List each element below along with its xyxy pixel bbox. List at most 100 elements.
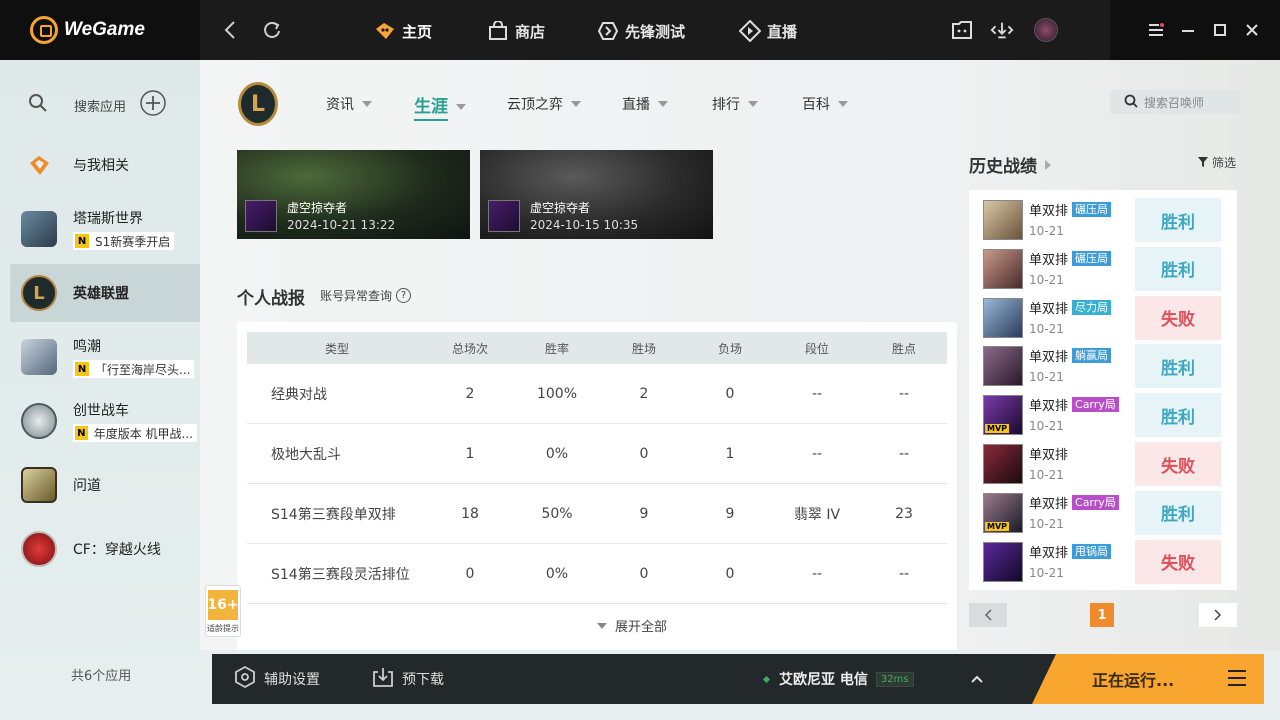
champion-icon: [983, 248, 1023, 289]
match-result: 胜利: [1135, 344, 1221, 389]
page-number[interactable]: 1: [1090, 603, 1114, 627]
search-icon: [28, 93, 48, 117]
menu-icon[interactable]: [1146, 20, 1166, 40]
prev-page-button[interactable]: [969, 603, 1007, 627]
video-card[interactable]: 虚空掠夺者 2024-10-15 10:35: [480, 150, 713, 239]
maximize-icon[interactable]: [1210, 20, 1230, 40]
refresh-icon[interactable]: [260, 18, 284, 42]
assist-settings-button[interactable]: 辅助设置: [234, 654, 320, 704]
tab-wiki[interactable]: 百科: [802, 94, 848, 114]
match-tag: Carry局: [1072, 494, 1119, 510]
running-status-button[interactable]: 正在运行...: [1032, 654, 1264, 704]
sidebar-item-news-text: S1新赛季开启: [95, 234, 171, 249]
download-icon[interactable]: [990, 18, 1014, 42]
table-cell: 0%: [545, 445, 569, 462]
sidebar-item-crossout[interactable]: 创世战车 N 年度版本 机甲战...: [10, 392, 200, 450]
sidebar-item-tarisland[interactable]: 塔瑞斯世界 N S1新赛季开启: [10, 200, 200, 258]
bottom-bar: 辅助设置 预下载 艾欧尼亚 电信 32ms 正在运行...: [212, 654, 1264, 704]
add-app-icon[interactable]: [140, 90, 166, 120]
tab-live[interactable]: 直播: [622, 94, 668, 114]
app-search[interactable]: 搜索应用: [28, 90, 198, 117]
minimize-icon[interactable]: [1178, 20, 1198, 40]
wegame-logo[interactable]: WeGame: [30, 14, 145, 46]
crossfire-game-icon: [21, 531, 57, 567]
server-selector[interactable]: 艾欧尼亚 电信 32ms: [762, 654, 914, 704]
table-row: 经典对战 2 100% 2 0 -- --: [247, 364, 947, 424]
close-icon[interactable]: [1242, 20, 1262, 40]
nav-shop[interactable]: 商店: [487, 18, 545, 44]
assist-settings-label: 辅助设置: [264, 672, 320, 688]
champion-icon: [983, 297, 1023, 338]
history-match-row[interactable]: 单双排 碾压局 10-21 胜利: [983, 198, 1221, 242]
champion-icon: MVP: [983, 492, 1023, 533]
sidebar-item-news[interactable]: N 「行至海岸尽头...: [73, 360, 195, 378]
tab-label: 生涯: [414, 92, 448, 121]
chevron-down-icon: [571, 101, 581, 107]
table-cell: 18: [461, 505, 479, 522]
tab-tft[interactable]: 云顶之弈: [507, 94, 581, 114]
history-match-row[interactable]: 单双排 碾压局 10-21 胜利: [983, 246, 1221, 291]
sidebar-item-lol[interactable]: L 英雄联盟: [10, 264, 200, 322]
table-cell: 1: [465, 445, 475, 462]
history-match-row[interactable]: 单双排 躺赢局 10-21 胜利: [983, 344, 1221, 389]
next-page-button[interactable]: [1199, 603, 1237, 627]
nav-vanguard[interactable]: 先锋测试: [597, 18, 685, 44]
live-icon: [739, 20, 761, 42]
chevron-down-icon: [838, 101, 848, 107]
expand-all-button[interactable]: 展开全部: [597, 616, 667, 635]
history-match-row[interactable]: MVP 单双排 Carry局 10-21 胜利: [983, 490, 1221, 535]
sidebar-item-wuthering-waves[interactable]: 鸣潮 N 「行至海岸尽头...: [10, 328, 200, 386]
tab-label: 资讯: [326, 97, 354, 113]
chevron-down-icon: [362, 101, 372, 107]
match-queue-label: 单双排: [1029, 399, 1069, 415]
nav-home[interactable]: 主页: [374, 18, 432, 44]
history-match-row[interactable]: MVP 单双排 Carry局 10-21 胜利: [983, 393, 1221, 438]
history-match-row[interactable]: 单双排 甩锅局 10-21 失败: [983, 539, 1221, 584]
report-table: 类型 总场次 胜率 胜场 负场 段位 胜点 经典对战 2 100% 2 0 --…: [237, 322, 957, 650]
table-cell: --: [898, 445, 910, 462]
champion-icon: [983, 541, 1023, 582]
table-header-cell: 类型: [324, 341, 349, 356]
tab-news[interactable]: 资讯: [326, 94, 372, 114]
table-header-cell: 胜点: [891, 341, 916, 356]
sidebar-item-crossfire[interactable]: CF：穿越火线: [10, 520, 200, 578]
account-anomaly-link[interactable]: 账号异常查询?: [320, 287, 412, 304]
locker-icon[interactable]: [950, 18, 974, 42]
champion-icon: [983, 200, 1023, 240]
sidebar-item-news[interactable]: N S1新赛季开启: [73, 232, 175, 250]
table-row: 极地大乱斗 1 0% 0 1 -- --: [247, 424, 947, 484]
history-filter-button[interactable]: 筛选: [1198, 154, 1236, 171]
settings-hex-icon: [234, 665, 256, 693]
video-card[interactable]: 虚空掠夺者 2024-10-21 13:22: [237, 150, 470, 239]
match-queue: 单双排 Carry局: [1029, 493, 1119, 512]
table-cell: 23: [895, 505, 913, 522]
tab-ranking[interactable]: 排行: [712, 94, 758, 114]
hamburger-menu-icon[interactable]: [1228, 670, 1246, 686]
sidebar-item-news[interactable]: N 年度版本 机甲战...: [73, 424, 197, 442]
match-queue-label: 单双排: [1029, 496, 1069, 512]
history-match-row[interactable]: 单双排 10-21 失败: [983, 442, 1221, 486]
match-queue-label: 单双排: [1029, 252, 1069, 268]
match-queue-label: 单双排: [1029, 204, 1069, 219]
server-name: 艾欧尼亚 电信: [779, 672, 868, 688]
news-badge-icon: N: [75, 234, 89, 248]
match-tag: 躺赢局: [1072, 348, 1112, 364]
back-icon[interactable]: [218, 18, 242, 42]
history-match-row[interactable]: 单双排 尽力局 10-21 失败: [983, 295, 1221, 340]
sidebar-item-related[interactable]: 与我相关: [10, 136, 200, 194]
chevron-down-icon: [456, 103, 466, 110]
lol-logo[interactable]: L: [238, 82, 278, 126]
table-cell: 50%: [541, 505, 573, 522]
summoner-search-input[interactable]: 搜索召唤师: [1110, 90, 1240, 114]
champion-icon: [245, 200, 277, 232]
tab-career[interactable]: 生涯: [414, 92, 466, 121]
sidebar-item-wendao[interactable]: 问道: [10, 456, 200, 514]
history-title[interactable]: 历史战绩: [969, 152, 1051, 177]
server-status-icon: [762, 675, 771, 683]
wuthering-waves-game-icon: [21, 339, 57, 375]
video-time: 2024-10-15 10:35: [530, 218, 639, 232]
chevron-up-icon[interactable]: [970, 654, 984, 704]
nav-live[interactable]: 直播: [739, 18, 797, 44]
predownload-button[interactable]: 预下载: [372, 654, 444, 704]
user-avatar[interactable]: [1034, 18, 1058, 42]
